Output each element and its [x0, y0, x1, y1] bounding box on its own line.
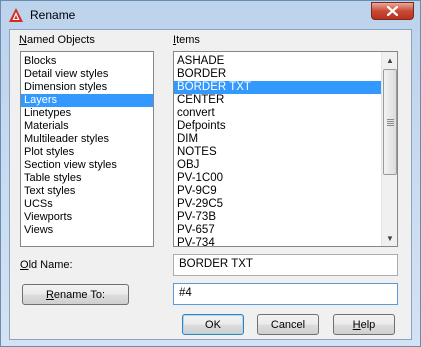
- list-item[interactable]: Linetypes: [21, 107, 153, 120]
- list-item[interactable]: Views: [21, 224, 153, 237]
- list-item[interactable]: NOTES: [174, 146, 382, 159]
- list-item[interactable]: DIM: [174, 133, 382, 146]
- items-scrollbar[interactable]: ▲ ▼: [381, 52, 397, 246]
- named-objects-label: Named Objects: [19, 34, 95, 46]
- list-item[interactable]: PV-1C00: [174, 172, 382, 185]
- rename-to-input[interactable]: #4: [173, 283, 398, 305]
- rename-dialog: Rename Named Objects Blocks Detail view s…: [0, 0, 421, 347]
- dialog-body: Named Objects Blocks Detail view styles Di…: [9, 29, 412, 340]
- list-item[interactable]: Defpoints: [174, 120, 382, 133]
- list-item[interactable]: Viewports: [21, 211, 153, 224]
- close-icon: [387, 6, 398, 16]
- list-item[interactable]: Detail view styles: [21, 68, 153, 81]
- named-objects-label-rest: amed Objects: [26, 34, 95, 46]
- list-item[interactable]: PV-29C5: [174, 198, 382, 211]
- old-name-label: Old Name:: [20, 259, 73, 271]
- list-item[interactable]: OBJ: [174, 159, 382, 172]
- list-item[interactable]: Plot styles: [21, 146, 153, 159]
- list-item[interactable]: PV-657: [174, 224, 382, 237]
- scroll-down-arrow-icon[interactable]: ▼: [382, 230, 397, 246]
- scroll-up-arrow-icon[interactable]: ▲: [382, 52, 397, 68]
- autocad-logo-icon: [9, 8, 23, 22]
- list-item[interactable]: Dimension styles: [21, 81, 153, 94]
- list-item[interactable]: Text styles: [21, 185, 153, 198]
- list-item[interactable]: Table styles: [21, 172, 153, 185]
- items-list[interactable]: ASHADE BORDER BORDER TXT CENTER convert Defpo…: [173, 51, 398, 247]
- list-item[interactable]: Layers: [21, 94, 153, 107]
- cancel-button[interactable]: Cancel: [257, 314, 319, 335]
- list-item[interactable]: UCSs: [21, 198, 153, 211]
- list-item[interactable]: PV-9C9: [174, 185, 382, 198]
- list-item[interactable]: Materials: [21, 120, 153, 133]
- title-bar[interactable]: Rename: [1, 1, 420, 29]
- named-objects-list[interactable]: Blocks Detail view styles Dimension styles…: [20, 51, 154, 247]
- list-item[interactable]: BORDER TXT: [174, 81, 382, 94]
- list-item[interactable]: CENTER: [174, 94, 382, 107]
- old-name-field: BORDER TXT: [173, 254, 398, 276]
- close-button[interactable]: [371, 2, 414, 20]
- grip-icon: [386, 118, 394, 126]
- list-item[interactable]: BORDER: [174, 68, 382, 81]
- list-item[interactable]: PV-73B: [174, 211, 382, 224]
- list-item[interactable]: Section view styles: [21, 159, 153, 172]
- list-item[interactable]: Blocks: [21, 55, 153, 68]
- scroll-thumb[interactable]: [383, 69, 397, 175]
- old-name-label-rest: ld Name:: [28, 259, 73, 271]
- items-label: Items: [173, 34, 200, 46]
- list-item[interactable]: convert: [174, 107, 382, 120]
- help-button[interactable]: Help: [333, 314, 395, 335]
- rename-to-button[interactable]: Rename To:: [22, 284, 129, 305]
- window-title: Rename: [30, 8, 76, 22]
- list-item[interactable]: PV-734: [174, 237, 382, 246]
- list-item[interactable]: ASHADE: [174, 55, 382, 68]
- ok-button[interactable]: OK: [182, 314, 244, 335]
- rename-to-button-label-rest: ename To:: [53, 288, 106, 301]
- help-button-label-rest: elp: [360, 318, 376, 331]
- list-item[interactable]: Multileader styles: [21, 133, 153, 146]
- items-label-rest: tems: [176, 34, 200, 46]
